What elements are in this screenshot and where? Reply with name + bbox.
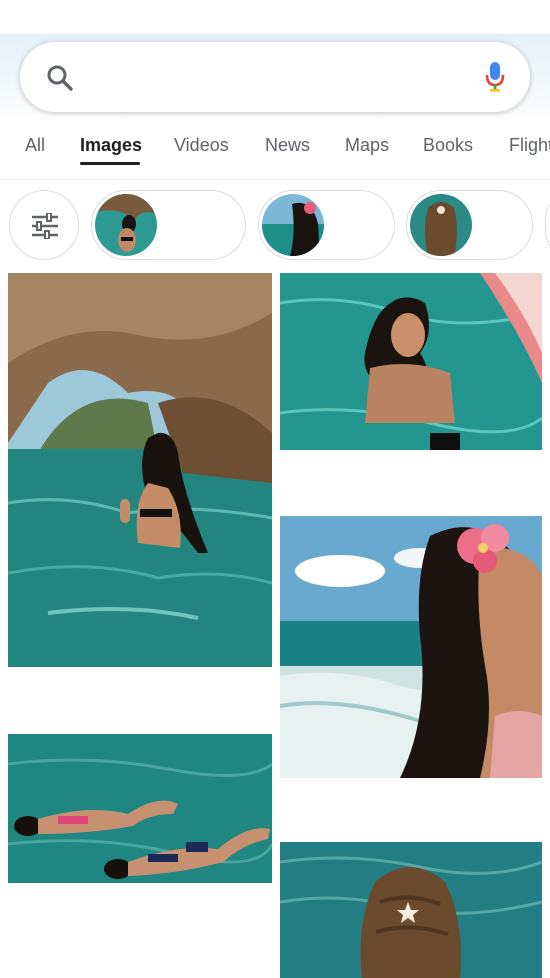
curly-hair-thumbnail <box>410 194 472 256</box>
woman-in-water-thumbnail <box>95 194 157 256</box>
suggestion-chip-1[interactable] <box>91 190 246 260</box>
active-tab-indicator <box>80 162 140 165</box>
woman-flower-beach-image <box>280 516 542 778</box>
image-result[interactable] <box>8 273 272 667</box>
suggestion-chips <box>0 188 550 262</box>
woman-with-flower-thumbnail <box>262 194 324 256</box>
search-tabs: All Images Videos News Maps Books Flight… <box>0 124 550 180</box>
status-bar-area <box>0 0 550 34</box>
filter-button[interactable] <box>9 190 79 260</box>
woman-in-sea-cave-image <box>8 273 272 667</box>
image-result[interactable] <box>280 516 542 778</box>
image-result[interactable] <box>8 734 272 883</box>
tab-all[interactable]: All <box>25 135 45 156</box>
tab-maps[interactable]: Maps <box>345 135 389 156</box>
women-floating-image <box>8 734 272 883</box>
suggestion-chip-2[interactable] <box>258 190 395 260</box>
suggestion-chip-3[interactable] <box>406 190 533 260</box>
search-bar[interactable] <box>20 42 530 112</box>
curly-hair-sea-image <box>280 842 542 978</box>
tab-videos[interactable]: Videos <box>174 135 229 156</box>
tab-books[interactable]: Books <box>423 135 473 156</box>
search-icon[interactable] <box>46 64 74 92</box>
woman-swimming-pool-image <box>280 273 542 450</box>
tab-news[interactable]: News <box>265 135 310 156</box>
image-result[interactable] <box>280 842 542 978</box>
suggestion-chip-4[interactable] <box>545 190 550 260</box>
tune-sliders-icon <box>32 213 58 239</box>
tab-flights[interactable]: Flights <box>509 135 550 156</box>
tab-images[interactable]: Images <box>80 135 142 156</box>
microphone-icon[interactable] <box>484 60 506 94</box>
image-result[interactable] <box>280 273 542 450</box>
